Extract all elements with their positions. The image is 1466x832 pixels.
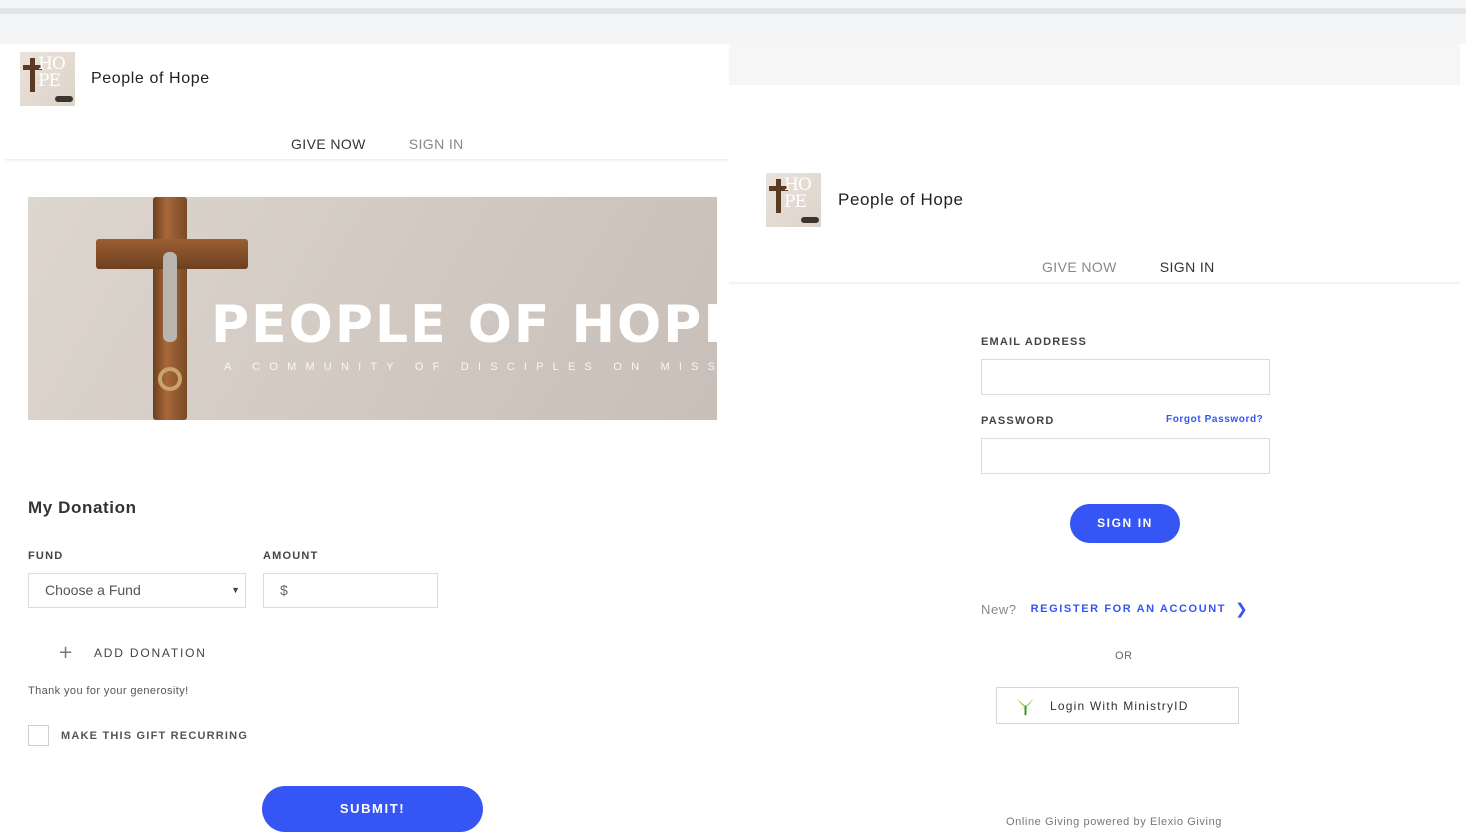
amount-currency-prefix: $	[280, 582, 288, 598]
church-name: People of Hope	[91, 70, 210, 87]
nav-give-now[interactable]: GIVE NOW	[291, 136, 366, 152]
email-field[interactable]	[981, 359, 1270, 395]
add-donation-label: ADD DONATION	[94, 645, 207, 660]
fund-select-value: Choose a Fund	[45, 582, 141, 598]
register-link[interactable]: REGISTER FOR AN ACCOUNT	[1031, 603, 1226, 615]
nav-divider	[5, 159, 729, 162]
logo-cross-vertical	[30, 58, 35, 92]
brand-header[interactable]: HO PE People of Hope	[20, 52, 210, 106]
main-nav: GIVE NOW SIGN IN	[291, 136, 464, 152]
nav-sign-in[interactable]: SIGN IN	[409, 136, 464, 152]
main-nav: GIVE NOW SIGN IN	[1042, 259, 1215, 275]
amount-input[interactable]: $	[263, 573, 438, 608]
header-gray-bar	[729, 44, 1460, 85]
church-logo: HO PE	[20, 52, 75, 106]
chevron-down-icon: ▼	[231, 585, 240, 595]
ministryid-login-label: Login With MinistryID	[1050, 698, 1189, 713]
give-now-pane: HO PE People of Hope GIVE NOW SIGN IN PE…	[5, 44, 729, 832]
ministryid-leaf-icon	[1014, 694, 1037, 717]
fund-select[interactable]: Choose a Fund ▼	[28, 573, 246, 608]
ministryid-login-button[interactable]: Login With MinistryID	[996, 687, 1239, 724]
chevron-right-icon[interactable]: ❯	[1235, 600, 1248, 618]
submit-button[interactable]: SUBMIT!	[262, 786, 483, 832]
browser-top-strip	[0, 0, 1466, 44]
church-logo: HO PE	[766, 173, 821, 227]
banner-title: PEOPLE OF HOPE	[211, 295, 717, 355]
hero-banner: PEOPLE OF HOPE A COMMUNITY OF DISCIPLES …	[28, 197, 717, 420]
amount-label: AMOUNT	[263, 550, 319, 562]
banner-subtitle: A COMMUNITY OF DISCIPLES ON MISSION	[224, 361, 717, 373]
password-label: PASSWORD	[981, 415, 1055, 427]
forgot-password-link[interactable]: Forgot Password?	[1166, 414, 1263, 425]
logo-text-bottom: PE	[38, 71, 61, 91]
powered-by-footer: Online Giving powered by Elexio Giving	[1006, 816, 1223, 828]
logo-rocks	[801, 217, 819, 223]
recurring-checkbox[interactable]	[28, 725, 49, 746]
password-field[interactable]	[981, 438, 1270, 474]
church-name: People of Hope	[838, 190, 964, 209]
sign-in-button[interactable]: SIGN IN	[1070, 504, 1180, 543]
donation-heading: My Donation	[28, 498, 137, 517]
logo-text-bottom: PE	[784, 192, 807, 212]
recurring-label: MAKE THIS GIFT RECURRING	[61, 729, 249, 742]
nav-give-now[interactable]: GIVE NOW	[1042, 259, 1117, 275]
or-separator: OR	[1115, 650, 1133, 662]
plus-icon: +	[58, 642, 74, 663]
top-strip-line	[0, 8, 1466, 14]
recurring-gift-option[interactable]: MAKE THIS GIFT RECURRING	[28, 725, 248, 746]
logo-cross-vertical	[776, 179, 781, 213]
crucifix-figure	[163, 252, 177, 342]
nav-sign-in[interactable]: SIGN IN	[1160, 259, 1215, 275]
new-user-prefix: New?	[981, 601, 1017, 617]
logo-rocks	[55, 96, 73, 102]
sign-in-pane: HO PE People of Hope GIVE NOW SIGN IN EM…	[729, 44, 1466, 828]
brand-header[interactable]: HO PE People of Hope	[766, 173, 964, 227]
register-row: New? REGISTER FOR AN ACCOUNT ❯	[981, 600, 1248, 618]
add-donation-button[interactable]: + ADD DONATION	[58, 642, 207, 663]
fund-label: FUND	[28, 550, 64, 562]
crucifix-ring	[158, 367, 182, 391]
email-label: EMAIL ADDRESS	[981, 336, 1088, 348]
thank-you-message: Thank you for your generosity!	[28, 685, 189, 697]
nav-divider	[729, 282, 1460, 285]
